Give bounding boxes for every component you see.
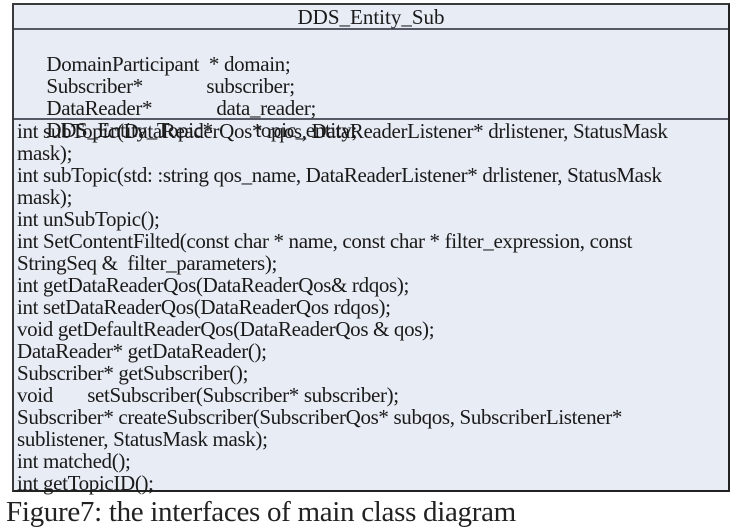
method-line: int matched();	[17, 449, 131, 473]
method-line: int subTopic(std: :string qos_name, Data…	[17, 163, 662, 187]
attribute-type: DomainParticipant *	[46, 52, 224, 76]
methods-section: int subTopic(DataReaderQos* rqos, DataRe…	[14, 120, 728, 494]
attributes-section: DomainParticipant * domain; Subscriber* s…	[14, 30, 728, 141]
attribute-name: subscriber;	[206, 74, 295, 98]
figure-caption: Figure7: the interfaces of main class di…	[6, 496, 516, 528]
method-line: int getDataReaderQos(DataReaderQos& rdqo…	[17, 273, 409, 297]
class-name-header: DDS_Entity_Sub	[14, 5, 728, 30]
method-line: mask);	[17, 185, 73, 209]
method-line: sublistener, StatusMask mask);	[17, 427, 268, 451]
class-name: DDS_Entity_Sub	[297, 5, 445, 29]
method-line: void getDefaultReaderQos(DataReaderQos &…	[17, 317, 435, 341]
method-line: DataReader* getDataReader();	[17, 339, 267, 363]
method-line: mask);	[17, 141, 73, 165]
method-line: int setDataReaderQos(DataReaderQos rdqos…	[17, 295, 391, 319]
attribute-type: Subscriber*	[46, 74, 143, 98]
method-line: int getTopicID();	[17, 471, 154, 495]
uml-class-box: DDS_Entity_Sub DomainParticipant * domai…	[12, 3, 730, 494]
attribute-row: DomainParticipant * domain;	[17, 31, 728, 75]
method-line: int unSubTopic();	[17, 207, 160, 231]
attribute-name: domain;	[223, 52, 291, 76]
method-line: int subTopic(DataReaderQos* rqos, DataRe…	[17, 119, 668, 143]
method-line: Subscriber* getSubscriber();	[17, 361, 249, 385]
method-line: Subscriber* createSubscriber(SubscriberQ…	[17, 405, 622, 429]
attribute-name: data_reader;	[216, 96, 316, 120]
method-line: int SetContentFilted(const char * name, …	[17, 229, 633, 253]
method-line: StringSeq & filter_parameters);	[17, 251, 277, 275]
method-line: void setSubscriber(Subscriber* subscribe…	[17, 383, 399, 407]
attribute-type: DataReader*	[46, 96, 153, 120]
